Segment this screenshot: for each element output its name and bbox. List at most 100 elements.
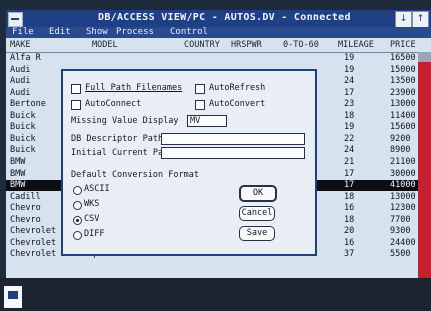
table-cell-mileage: 16 — [344, 237, 355, 248]
table-cell-make: Buick — [10, 145, 36, 156]
menu-process[interactable]: Process — [116, 27, 154, 38]
preferences-dialog: Full Path Filenames AutoRefresh AutoConn… — [61, 69, 317, 256]
column-header-0-to-60[interactable]: 0-TO-60 — [283, 40, 319, 50]
autoconvert-label: AutoConvert — [209, 99, 266, 109]
format-label-diff: DIFF — [84, 229, 105, 239]
desktop-area — [0, 278, 431, 311]
missing-value-display-input[interactable]: MV — [187, 115, 227, 127]
table-cell-mileage: 21 — [344, 156, 355, 167]
save-button[interactable]: Save — [239, 226, 275, 241]
ok-button[interactable]: OK — [239, 185, 277, 202]
app-icon-graphic — [8, 291, 18, 299]
table-cell-make: Audi — [10, 64, 31, 75]
table-cell-price: 16500 — [390, 53, 416, 63]
monitor-screen: DB/ACCESS VIEW/PC - AUTOS.DV - Connected… — [0, 0, 431, 311]
table-cell-mileage: 16 — [344, 203, 355, 214]
column-header-model[interactable]: MODEL — [92, 40, 118, 50]
table-cell-make: Chevro — [10, 214, 41, 225]
missing-value-display-label: Missing Value Display — [71, 116, 179, 126]
db-descriptor-path-input[interactable] — [161, 133, 305, 145]
column-header-country[interactable]: COUNTRY — [184, 40, 220, 50]
format-radio-wks[interactable] — [73, 201, 82, 210]
format-label-csv: CSV — [84, 214, 100, 224]
format-radio-csv[interactable] — [73, 216, 82, 225]
scrollbar-thumb[interactable] — [418, 62, 431, 278]
table-row[interactable]: Alfa R 19 16500 — [6, 53, 431, 64]
table-cell-make: Bertone — [10, 99, 46, 110]
table-cell-mileage: 23 — [344, 99, 355, 110]
table-cell-make: Cadill — [10, 191, 41, 202]
full-path-filenames-checkbox[interactable] — [71, 84, 81, 94]
format-radio-ascii[interactable] — [73, 186, 82, 195]
title-bar[interactable]: DB/ACCESS VIEW/PC - AUTOS.DV - Connected… — [6, 10, 431, 28]
table-cell-price: 9200 — [390, 133, 411, 144]
table-cell-make: Alfa R — [10, 53, 41, 63]
table-cell-make: BMW — [10, 156, 26, 167]
table-cell-price: 13000 — [390, 191, 416, 202]
table-cell-mileage: 17 — [344, 168, 355, 179]
table-cell-price: 13500 — [390, 76, 416, 87]
initial-current-path-label: Initial Current Path — [71, 148, 174, 158]
table-cell-price: 12300 — [390, 203, 416, 214]
maximize-button[interactable]: ↑ — [412, 11, 429, 28]
table-cell-mileage: 20 — [344, 226, 355, 237]
table-cell-mileage: 18 — [344, 214, 355, 225]
table-cell-mileage: 18 — [344, 191, 355, 202]
column-header-mileage[interactable]: MILEAGE — [338, 40, 374, 50]
table-cell-mileage: 19 — [344, 64, 355, 75]
initial-current-path-input[interactable] — [161, 147, 305, 159]
table-cell-make: Buick — [10, 133, 36, 144]
table-cell-price: 9300 — [390, 226, 411, 237]
table-cell-mileage: 22 — [344, 133, 355, 144]
full-path-filenames-label: Full Path Filenames — [85, 83, 183, 93]
format-radio-diff[interactable] — [73, 231, 82, 240]
table-cell-price: 23900 — [390, 87, 416, 98]
table-cell-price: 15600 — [390, 122, 416, 133]
table-cell-make: Buick — [10, 110, 36, 121]
menu-edit[interactable]: Edit — [49, 27, 71, 38]
table-cell-make: Chevrolet — [10, 237, 57, 248]
table-cell-mileage: 19 — [344, 53, 355, 63]
table-cell-make: Chevro — [10, 203, 41, 214]
table-cell-price: 7700 — [390, 214, 411, 225]
cancel-button[interactable]: Cancel — [239, 206, 275, 221]
table-cell-make: BMW — [10, 180, 26, 191]
table-cell-price: 13000 — [390, 99, 416, 110]
autorefresh-label: AutoRefresh — [209, 83, 266, 93]
menu-bar: File Edit Show Process Control — [6, 27, 431, 38]
app-icon[interactable] — [4, 286, 22, 308]
autoconvert-checkbox[interactable] — [195, 100, 205, 110]
column-header-make[interactable]: MAKE — [10, 40, 30, 50]
column-headers: MAKE MODEL COUNTRY HRSPWR 0-TO-60 MILEAG… — [6, 38, 431, 53]
minimize-button[interactable]: ↓ — [395, 11, 412, 28]
table-cell-mileage: 17 — [344, 180, 355, 191]
menu-show[interactable]: Show — [86, 27, 108, 38]
db-descriptor-path-label: DB Descriptor Path — [71, 134, 164, 144]
column-header-price[interactable]: PRICE — [390, 40, 416, 50]
app-window: DB/ACCESS VIEW/PC - AUTOS.DV - Connected… — [6, 10, 431, 278]
table-cell-mileage: 19 — [344, 122, 355, 133]
table-cell-make: Audi — [10, 76, 31, 87]
autorefresh-checkbox[interactable] — [195, 84, 205, 94]
table-cell-price: 30000 — [390, 168, 416, 179]
system-menu-button[interactable] — [8, 12, 23, 27]
table-cell-price: 15000 — [390, 64, 416, 75]
autoconnect-checkbox[interactable] — [71, 100, 81, 110]
table-cell-mileage: 24 — [344, 76, 355, 87]
table-cell-mileage: 24 — [344, 145, 355, 156]
format-label-ascii: ASCII — [84, 184, 110, 194]
window-title: DB/ACCESS VIEW/PC - AUTOS.DV - Connected — [98, 12, 351, 23]
table-cell-make: Audi — [10, 87, 31, 98]
column-header-hrspwr[interactable]: HRSPWR — [231, 40, 262, 50]
vertical-scrollbar[interactable] — [418, 52, 431, 278]
table-cell-make: BMW — [10, 168, 26, 179]
table-cell-price: 5500 — [390, 249, 411, 260]
menu-file[interactable]: File — [12, 27, 34, 38]
format-label-wks: WKS — [84, 199, 100, 209]
autoconnect-label: AutoConnect — [85, 99, 142, 109]
table-cell-mileage: 18 — [344, 110, 355, 121]
table-cell-make: Buick — [10, 122, 36, 133]
menu-control[interactable]: Control — [170, 27, 208, 38]
system-menu-icon — [11, 18, 19, 20]
table-cell-price: 41000 — [390, 180, 416, 191]
